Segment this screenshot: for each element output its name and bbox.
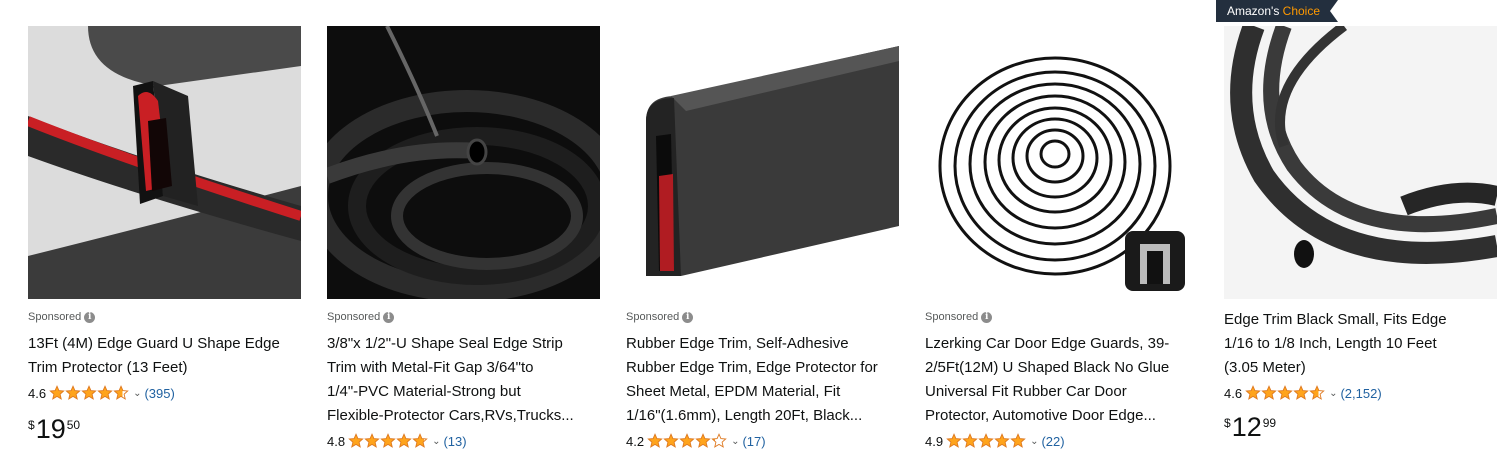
- rating-row[interactable]: 4.2 ⌄ (17): [626, 433, 766, 449]
- rating-row[interactable]: 4.8 ⌄ (13): [327, 433, 467, 449]
- product-image-5[interactable]: [1224, 26, 1497, 299]
- star-icon: [962, 433, 978, 448]
- product-image-4[interactable]: [925, 26, 1198, 299]
- star-icon: [97, 385, 113, 400]
- product-title[interactable]: Edge Trim Black Small, Fits Edge 1/16 to…: [1224, 308, 1498, 380]
- rating-value: 4.8: [327, 433, 346, 449]
- chevron-down-icon[interactable]: ⌄: [1329, 388, 1337, 399]
- star-icon: [364, 433, 380, 448]
- star-icon: [695, 433, 711, 448]
- product-card-2: Sponsored i 3/8"x 1/2"-U Shape Seal Edge…: [319, 0, 607, 455]
- price: $ 19 50: [28, 414, 81, 444]
- star-icon: [49, 385, 65, 400]
- chevron-down-icon[interactable]: ⌄: [731, 436, 739, 447]
- product-image-3[interactable]: [626, 26, 899, 299]
- star-icon: [81, 385, 97, 400]
- product-card-1: Sponsored i 13Ft (4M) Edge Guard U Shape…: [20, 0, 308, 455]
- rating-row[interactable]: 4.6 ⌄ (2,152): [1224, 385, 1382, 401]
- chevron-down-icon[interactable]: ⌄: [133, 388, 141, 399]
- star-icon: [113, 385, 129, 400]
- star-icon: [663, 433, 679, 448]
- star-icon: [1277, 385, 1293, 400]
- rating-value: 4.6: [28, 385, 47, 401]
- star-icon: [1309, 385, 1325, 400]
- star-icon: [380, 433, 396, 448]
- star-rating[interactable]: [49, 385, 129, 401]
- review-count-link[interactable]: (2,152): [1340, 386, 1381, 401]
- price: $ 12 99: [1224, 412, 1277, 442]
- chevron-down-icon[interactable]: ⌄: [1030, 436, 1038, 447]
- review-count-link[interactable]: (17): [742, 434, 765, 449]
- sponsored-label[interactable]: Sponsored i: [626, 311, 694, 323]
- star-icon: [348, 433, 364, 448]
- star-icon: [679, 433, 695, 448]
- product-title[interactable]: 13Ft (4M) Edge Guard U Shape Edge Trim P…: [28, 332, 302, 380]
- chevron-down-icon[interactable]: ⌄: [432, 436, 440, 447]
- rating-row[interactable]: 4.9 ⌄ (22): [925, 433, 1065, 449]
- sponsored-label[interactable]: Sponsored i: [327, 311, 395, 323]
- rating-row[interactable]: 4.6 ⌄ (395): [28, 385, 175, 401]
- star-rating[interactable]: [946, 433, 1026, 449]
- star-icon: [946, 433, 962, 448]
- product-title[interactable]: Lzerking Car Door Edge Guards, 39- 2/5Ft…: [925, 332, 1199, 428]
- info-icon[interactable]: i: [383, 311, 395, 323]
- sponsored-label[interactable]: Sponsored i: [28, 311, 96, 323]
- star-icon: [647, 433, 663, 448]
- info-icon[interactable]: i: [84, 311, 96, 323]
- star-icon: [1261, 385, 1277, 400]
- product-card-5: Edge Trim Black Small, Fits Edge 1/16 to…: [1216, 0, 1502, 455]
- product-card-4: Sponsored i Lzerking Car Door Edge Guard…: [917, 0, 1205, 455]
- info-icon[interactable]: i: [981, 311, 993, 323]
- star-icon: [1010, 433, 1026, 448]
- star-rating[interactable]: [647, 433, 727, 449]
- star-icon: [65, 385, 81, 400]
- rating-value: 4.9: [925, 433, 944, 449]
- product-image-1[interactable]: [28, 26, 301, 299]
- star-icon: [1245, 385, 1261, 400]
- review-count-link[interactable]: (395): [144, 386, 174, 401]
- rating-value: 4.6: [1224, 385, 1243, 401]
- star-icon: [994, 433, 1010, 448]
- product-image-2[interactable]: [327, 26, 600, 299]
- amazons-choice-badge: Amazon's Choice: [1216, 0, 1339, 22]
- star-icon: [412, 433, 428, 448]
- star-icon: [978, 433, 994, 448]
- product-title[interactable]: 3/8"x 1/2"-U Shape Seal Edge Strip Trim …: [327, 332, 601, 428]
- sponsored-label[interactable]: Sponsored i: [925, 311, 993, 323]
- star-rating[interactable]: [348, 433, 428, 449]
- star-icon: [711, 433, 727, 448]
- product-card-3: Sponsored i Rubber Edge Trim, Self-Adhes…: [618, 0, 906, 455]
- review-count-link[interactable]: (13): [443, 434, 466, 449]
- info-icon[interactable]: i: [682, 311, 694, 323]
- results-grid: Sponsored i 13Ft (4M) Edge Guard U Shape…: [0, 0, 1502, 455]
- review-count-link[interactable]: (22): [1041, 434, 1064, 449]
- product-title[interactable]: Rubber Edge Trim, Self-Adhesive Rubber E…: [626, 332, 900, 428]
- rating-value: 4.2: [626, 433, 645, 449]
- star-rating[interactable]: [1245, 385, 1325, 401]
- star-icon: [1293, 385, 1309, 400]
- star-icon: [396, 433, 412, 448]
